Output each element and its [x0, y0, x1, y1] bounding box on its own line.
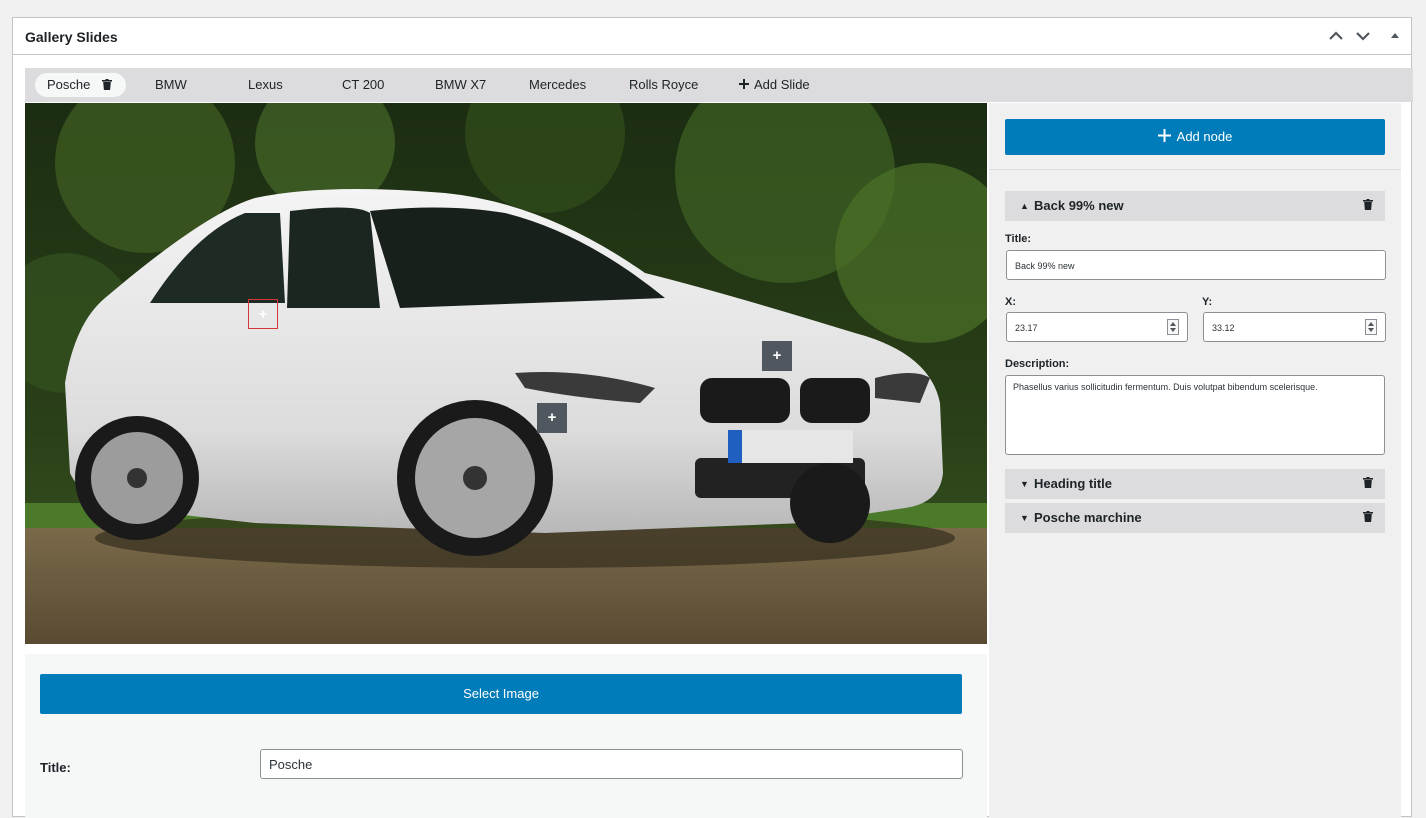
tab-rolls-royce[interactable]: Rolls Royce: [629, 73, 698, 97]
hotspot-marker[interactable]: +: [248, 299, 278, 329]
caret-down-icon: ▼: [1020, 479, 1029, 489]
tab-label: Mercedes: [529, 77, 587, 92]
tab-bmw-x7[interactable]: BMW X7: [435, 73, 486, 97]
car-photo: [25, 103, 987, 644]
add-slide-button[interactable]: Add Slide: [739, 73, 810, 97]
add-slide-label: Add Slide: [754, 77, 810, 92]
trash-icon[interactable]: [1363, 477, 1373, 488]
node-label: Back 99% new: [1034, 198, 1124, 213]
node-header-heading-title[interactable]: ▼ Heading title: [1005, 469, 1385, 499]
x-stepper[interactable]: [1167, 319, 1179, 335]
add-node-button[interactable]: Add node: [1005, 119, 1385, 155]
tab-label: Rolls Royce: [629, 77, 699, 92]
trash-icon[interactable]: [1363, 199, 1373, 210]
chevron-up-icon: [1329, 31, 1343, 40]
select-image-button[interactable]: Select Image: [40, 674, 962, 714]
node-title-input[interactable]: Back 99% new: [1006, 250, 1386, 280]
title-label: Title:: [40, 760, 71, 775]
tab-label: Lexus: [248, 77, 283, 92]
hotspot-marker[interactable]: +: [537, 403, 567, 433]
x-input[interactable]: 23.17: [1006, 312, 1188, 342]
slide-settings: Select Image Title:: [25, 654, 987, 818]
caret-down-icon: ▼: [1020, 513, 1029, 523]
slide-image[interactable]: + + +: [25, 103, 987, 644]
x-value: 23.17: [1015, 323, 1038, 333]
x-label: X:: [1005, 296, 1016, 308]
plus-icon: [1157, 129, 1171, 142]
tab-label: CT 200: [342, 77, 385, 92]
tab-bmw[interactable]: BMW: [155, 73, 187, 97]
y-value: 33.12: [1212, 323, 1235, 333]
tab-posche[interactable]: Posche: [35, 73, 126, 97]
tab-ct-200[interactable]: CT 200: [342, 73, 384, 97]
node-label: Posche marchine: [1034, 510, 1142, 525]
add-node-label: Add node: [1176, 129, 1233, 144]
move-up-button[interactable]: [1326, 26, 1346, 46]
tab-lexus[interactable]: Lexus: [248, 73, 283, 97]
tab-mercedes[interactable]: Mercedes: [529, 73, 586, 97]
panel-title: Gallery Slides: [25, 29, 118, 45]
toggle-panel-button[interactable]: [1385, 26, 1405, 46]
chevron-down-icon: [1356, 32, 1370, 41]
node-header-back-99-new[interactable]: ▲ Back 99% new: [1005, 191, 1385, 221]
node-header-posche-marchine[interactable]: ▼ Posche marchine: [1005, 503, 1385, 533]
trash-icon[interactable]: [102, 79, 112, 90]
node-title-label: Title:: [1005, 233, 1032, 245]
hotspot-marker[interactable]: +: [762, 341, 792, 371]
node-panel: Add node ▲ Back 99% new Title: Back 99% …: [989, 103, 1401, 818]
panel-header: Gallery Slides: [13, 18, 1411, 55]
trash-icon[interactable]: [1363, 511, 1373, 522]
y-input[interactable]: 33.12: [1203, 312, 1386, 342]
tab-label: BMW: [155, 77, 187, 92]
description-textarea[interactable]: Phasellus varius sollicitudin fermentum.…: [1005, 375, 1385, 455]
gallery-slides-panel: Gallery Slides Posche BMW Lexus CT 200 B…: [12, 17, 1413, 818]
description-label: Description:: [1005, 358, 1070, 370]
plus-icon: [739, 79, 749, 89]
tab-label: Posche: [47, 77, 91, 92]
y-stepper[interactable]: [1365, 319, 1377, 335]
divider: [989, 169, 1401, 170]
triangle-up-icon: [1391, 33, 1399, 38]
slide-title-input[interactable]: [260, 749, 963, 779]
tab-label: BMW X7: [435, 77, 487, 92]
caret-up-icon: ▲: [1020, 201, 1029, 211]
slide-tabs: Posche BMW Lexus CT 200 BMW X7 Mercedes …: [25, 68, 1413, 102]
y-label: Y:: [1202, 296, 1213, 308]
move-down-button[interactable]: [1353, 26, 1373, 46]
node-label: Heading title: [1034, 476, 1113, 491]
